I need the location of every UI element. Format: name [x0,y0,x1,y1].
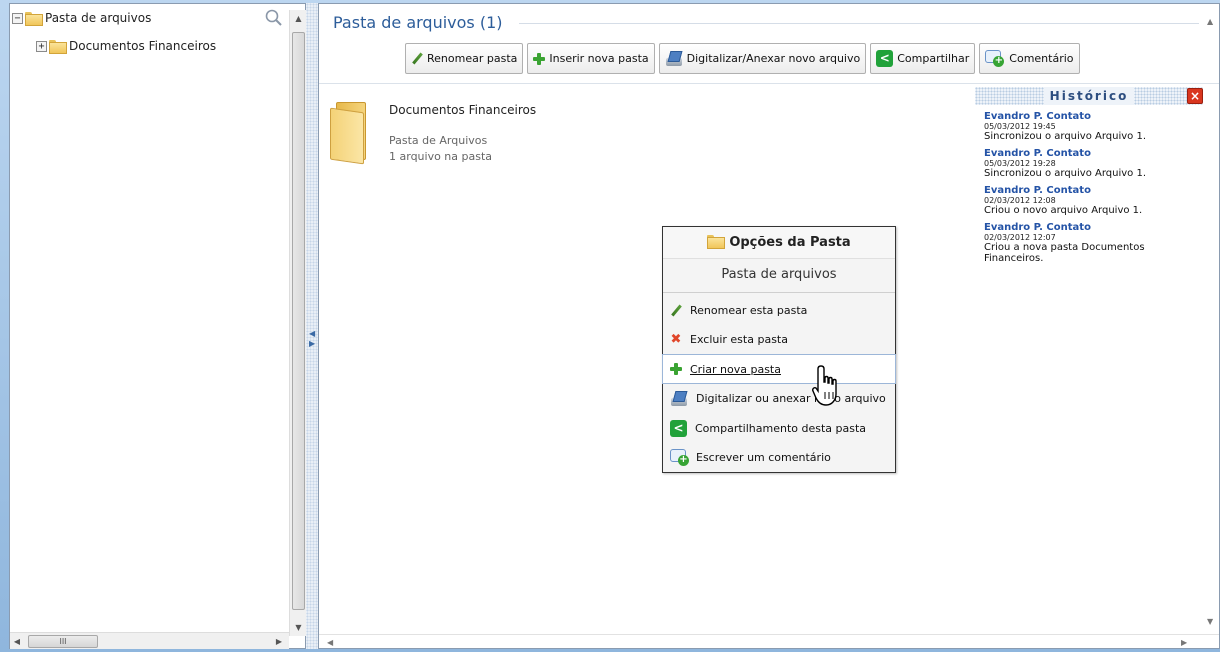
delete-icon: ✖ [670,331,682,347]
scanner-icon [665,51,683,67]
comment-button[interactable]: Comentário [979,43,1080,74]
button-label: Inserir nova pasta [549,52,649,65]
rename-folder-button[interactable]: Renomear pasta [405,43,524,74]
history-header: Histórico × [975,87,1203,105]
history-entry: Evandro P. Contato 02/03/2012 12:07 Crio… [975,222,1203,264]
share-icon: < [670,420,687,437]
plus-icon [670,363,682,375]
history-action: Sincronizou o arquivo Arquivo 1. [984,168,1147,179]
pane-splitter[interactable]: ◀ ▶ [306,3,318,649]
folder-type: Pasta de Arquivos [389,134,488,147]
popup-header: Opções da Pasta [663,227,895,259]
folder-icon [25,12,43,26]
scanner-icon [670,391,688,407]
menu-item-label: Escrever um comentário [696,451,831,464]
folder-name[interactable]: Documentos Financeiros [389,103,536,117]
scroll-right-arrow-icon[interactable]: ▶ [272,633,286,650]
content-vertical-scrollbar[interactable]: ▲ ▼ [1203,7,1219,632]
comment-icon [670,448,690,467]
hand-cursor-icon [812,364,842,408]
menu-item-label: Criar nova pasta [690,362,781,376]
menu-item-label: Excluir esta pasta [690,333,788,346]
collapse-pane-icon[interactable]: ◀ ▶ [309,329,315,353]
toolbar-divider [319,83,1219,84]
folder-icon [49,40,67,54]
history-date: 05/03/2012 19:45 [984,122,1056,131]
history-action: Sincronizou o arquivo Arquivo 1. [984,131,1147,142]
button-label: Compartilhar [897,52,970,65]
tree-vertical-scrollbar[interactable]: ▲ ▼ [289,10,306,636]
tree-node-root[interactable]: − Pasta de arquivos [12,10,151,26]
menu-item-share[interactable]: < Compartilhamento desta pasta [663,414,895,443]
button-label: Digitalizar/Anexar novo arquivo [686,52,861,65]
share-icon: < [876,50,894,67]
history-author[interactable]: Evandro P. Contato [984,148,1203,159]
scan-attach-button[interactable]: Digitalizar/Anexar novo arquivo [658,43,867,74]
history-entry: Evandro P. Contato 05/03/2012 19:45 Sinc… [975,111,1203,142]
history-action: Criou a nova pasta Documentos Financeiro… [984,242,1145,264]
search-icon[interactable] [264,8,284,28]
history-title: Histórico [1043,87,1135,105]
history-author[interactable]: Evandro P. Contato [984,185,1203,196]
tree-horizontal-scrollbar[interactable]: ◀ III ▶ [10,632,289,649]
pencil-icon [670,305,682,317]
tree-node-label[interactable]: Pasta de arquivos [45,11,151,25]
history-date: 05/03/2012 19:28 [984,159,1056,168]
pencil-icon [411,53,423,65]
menu-item-label: Compartilhamento desta pasta [695,422,867,435]
folder-tree-pane: − Pasta de arquivos + Documentos Finance… [9,3,306,649]
title-divider [519,23,1199,24]
menu-item-create-folder[interactable]: Criar nova pasta [662,354,896,384]
scroll-left-arrow-icon[interactable]: ◀ [10,633,24,650]
tree-node-documentos[interactable]: + Documentos Financeiros [36,38,216,54]
history-entry: Evandro P. Contato 05/03/2012 19:28 Sinc… [975,148,1203,179]
menu-item-delete[interactable]: ✖ Excluir esta pasta [663,325,895,354]
history-action: Criou o novo arquivo Arquivo 1. [984,205,1143,216]
scrollbar-thumb[interactable]: III [28,635,98,648]
menu-item-scan-attach[interactable]: Digitalizar ou anexar novo arquivo [663,384,895,414]
menu-item-label: Digitalizar ou anexar novo arquivo [696,392,886,405]
scroll-down-arrow-icon[interactable]: ▼ [290,619,307,636]
close-icon[interactable]: × [1187,88,1203,104]
insert-folder-button[interactable]: Inserir nova pasta [527,43,655,74]
scrollbar-thumb[interactable] [292,32,305,610]
app-frame: − Pasta de arquivos + Documentos Finance… [0,0,1220,652]
button-label: Renomear pasta [427,52,518,65]
share-button[interactable]: < Compartilhar [870,43,976,74]
plus-icon [533,52,546,65]
tree-node-label[interactable]: Documentos Financeiros [69,39,216,53]
history-panel: Histórico × Evandro P. Contato 05/03/201… [975,87,1203,347]
folder-icon[interactable] [330,102,374,165]
content-horizontal-scrollbar[interactable]: ◀ ▶ [319,634,1219,649]
history-author[interactable]: Evandro P. Contato [984,111,1203,122]
scroll-left-arrow-icon[interactable]: ◀ [327,638,333,647]
history-author[interactable]: Evandro P. Contato [984,222,1203,233]
button-label: Comentário [1009,52,1074,65]
folder-options-popup: Opções da Pasta Pasta de arquivos Renome… [662,226,896,473]
scroll-right-arrow-icon[interactable]: ▶ [1181,638,1187,647]
page-title: Pasta de arquivos (1) [333,13,503,32]
menu-item-label: Renomear esta pasta [690,304,808,317]
scroll-up-arrow-icon[interactable]: ▲ [1207,17,1213,26]
history-date: 02/03/2012 12:08 [984,196,1056,205]
comment-icon [985,49,1005,68]
folder-toolbar: Renomear pasta Inserir nova pasta Digita… [405,43,1080,74]
popup-subtitle: Pasta de arquivos [663,259,895,293]
folder-file-count: 1 arquivo na pasta [389,150,493,163]
collapse-toggle[interactable]: − [12,12,23,24]
history-date: 02/03/2012 12:07 [984,233,1056,242]
menu-item-comment[interactable]: Escrever um comentário [663,443,895,472]
popup-title: Opções da Pasta [729,235,851,250]
history-entry: Evandro P. Contato 02/03/2012 12:08 Crio… [975,185,1203,216]
expand-toggle[interactable]: + [36,40,47,52]
menu-item-rename[interactable]: Renomear esta pasta [663,296,895,325]
scroll-up-arrow-icon[interactable]: ▲ [290,10,307,27]
folder-icon [707,234,726,251]
scroll-down-arrow-icon[interactable]: ▼ [1207,617,1213,626]
